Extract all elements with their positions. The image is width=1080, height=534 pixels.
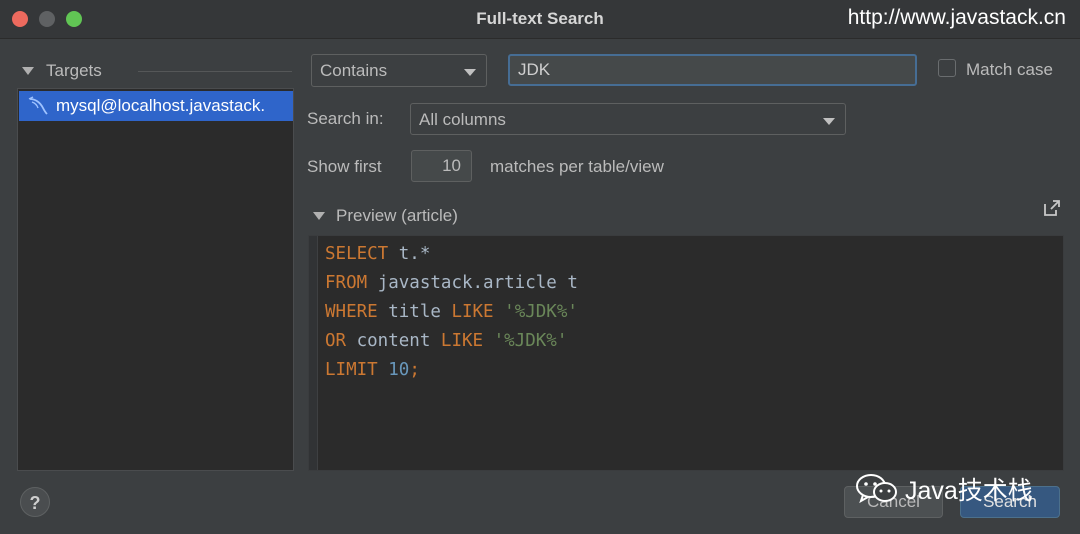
collapse-triangle-icon[interactable] [313, 212, 325, 220]
code-line: SELECT t.* [325, 240, 578, 269]
wechat-icon [856, 474, 897, 504]
collapse-triangle-icon[interactable] [22, 67, 34, 75]
code-token: FROM [325, 273, 368, 293]
chevron-down-icon [823, 118, 835, 125]
search-query-input[interactable] [508, 54, 917, 86]
search-in-label: Search in: [307, 109, 384, 128]
code-line: WHERE title LIKE '%JDK%' [325, 298, 578, 327]
match-case-label[interactable]: Match case [966, 60, 1053, 80]
targets-section-header[interactable]: Targets [20, 60, 292, 82]
code-token: 10 [388, 360, 410, 380]
matches-per-table-label: matches per table/view [490, 157, 664, 176]
code-line: LIMIT 10; [325, 356, 578, 385]
show-first-input[interactable] [411, 150, 472, 182]
mysql-dolphin-icon [28, 96, 48, 115]
code-token: LIMIT [325, 360, 378, 380]
sql-code: SELECT t.* FROM javastack.article t WHERE … [325, 240, 578, 385]
sql-preview-editor[interactable]: SELECT t.* FROM javastack.article t WHERE … [308, 235, 1064, 471]
code-token: '%JDK%' [493, 331, 568, 351]
targets-list[interactable]: mysql@localhost.javastack. [17, 88, 294, 471]
code-token: LIKE [451, 302, 494, 322]
search-mode-dropdown[interactable]: Contains [311, 54, 487, 87]
target-item-mysql[interactable]: mysql@localhost.javastack. [19, 91, 293, 121]
title-bar: Full-text Search http://www.javastack.cn [0, 0, 1080, 39]
code-token: content [346, 331, 441, 351]
watermark-brand-text: Java技术栈 [905, 477, 1033, 505]
preview-title: Preview (article) [336, 206, 458, 225]
code-line: OR content LIKE '%JDK%' [325, 327, 578, 356]
chevron-down-icon [464, 69, 476, 76]
match-case-checkbox[interactable] [938, 59, 956, 77]
code-token: ; [409, 360, 420, 380]
help-button[interactable]: ? [20, 487, 50, 517]
search-in-dropdown[interactable]: All columns [410, 103, 846, 135]
search-in-value: All columns [419, 110, 506, 129]
code-line: FROM javastack.article t [325, 269, 578, 298]
targets-label: Targets [46, 61, 102, 80]
separator [138, 71, 292, 72]
code-token: LIKE [440, 331, 484, 351]
preview-section-header[interactable]: Preview (article) [311, 200, 1071, 227]
code-token: javastack.article t [367, 273, 578, 293]
search-mode-value: Contains [320, 61, 388, 80]
open-in-editor-icon[interactable] [1043, 199, 1061, 217]
code-token: '%JDK%' [504, 302, 578, 322]
code-token: OR [325, 331, 347, 351]
editor-gutter [309, 236, 318, 470]
target-item-label: mysql@localhost.javastack. [56, 96, 266, 115]
show-first-label: Show first [307, 157, 382, 176]
code-token: title [377, 302, 452, 322]
code-token: WHERE [325, 302, 378, 322]
code-token: t.* [388, 244, 431, 264]
code-token: SELECT [325, 244, 389, 264]
watermark-url: http://www.javastack.cn [847, 6, 1066, 29]
